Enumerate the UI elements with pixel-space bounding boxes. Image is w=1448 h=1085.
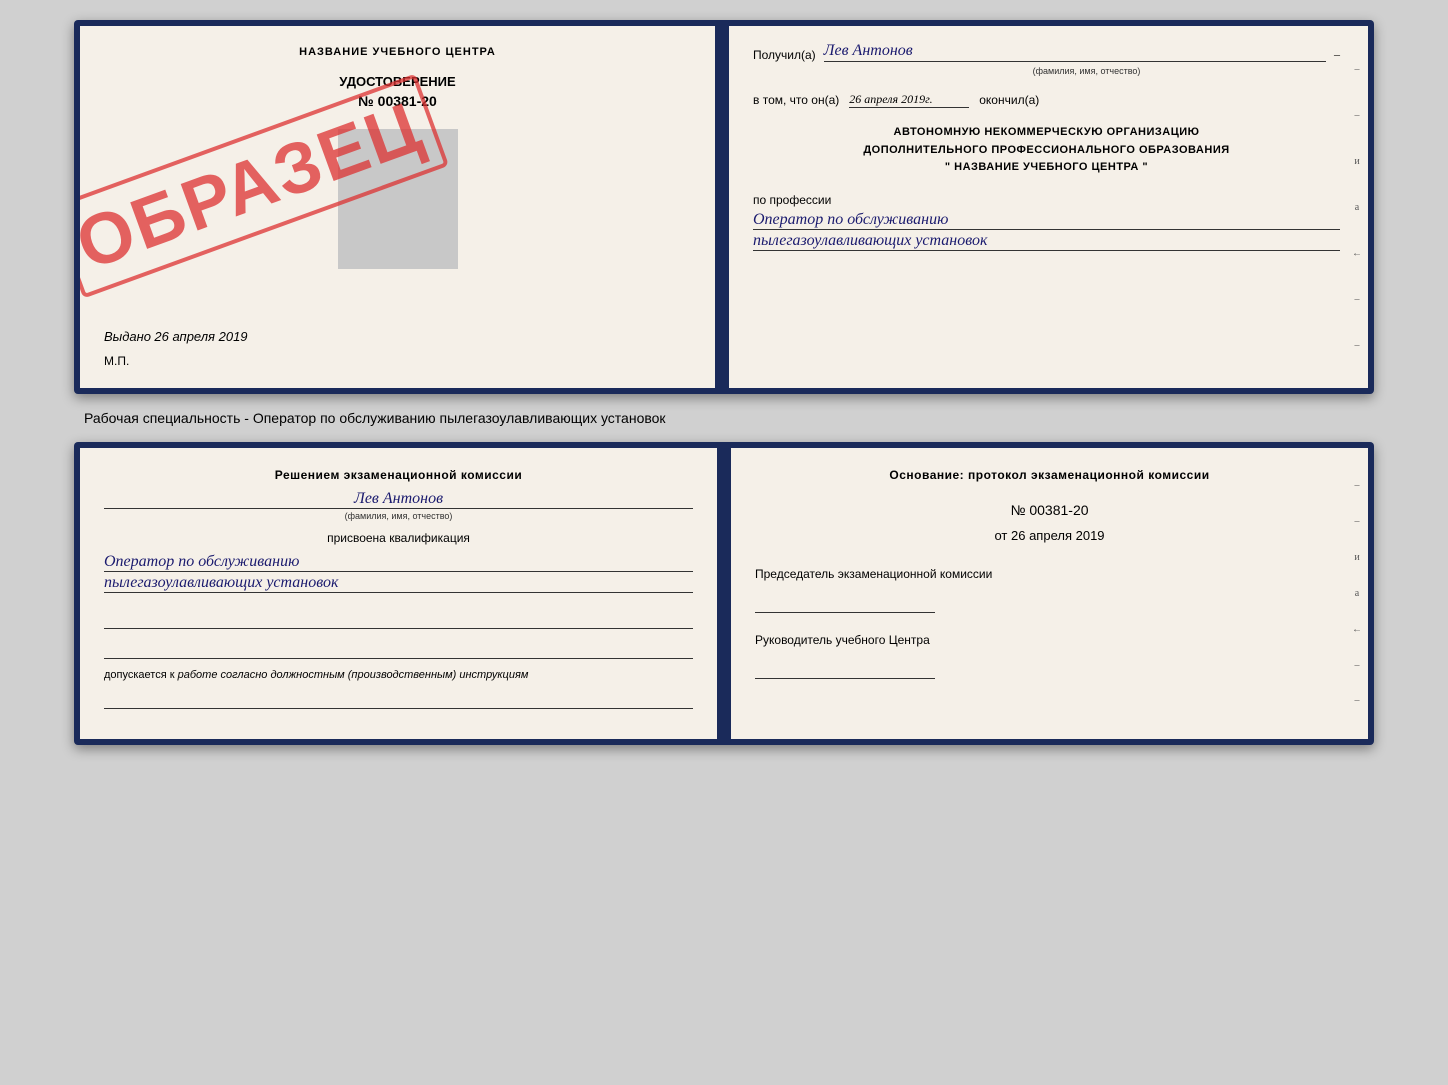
protocol-date-prefix: от — [994, 528, 1007, 543]
bottom-diploma-book: Решением экзаменационной комиссии Лев Ан… — [74, 442, 1374, 745]
recipient-dash: – — [1334, 47, 1340, 62]
photo-placeholder — [338, 129, 458, 269]
org-line3: " НАЗВАНИЕ УЧЕБНОГО ЦЕНТРА " — [753, 159, 1340, 177]
top-left-header: НАЗВАНИЕ УЧЕБНОГО ЦЕНТРА — [104, 46, 691, 58]
recipient-label: Получил(а) — [753, 48, 816, 62]
side-dashes-top: – – и а ← – – — [1352, 26, 1362, 388]
profession-label: по профессии — [753, 193, 1340, 207]
date-value: 26 апреля 2019г. — [849, 92, 969, 108]
top-diploma-book: НАЗВАНИЕ УЧЕБНОГО ЦЕНТРА УДОСТОВЕРЕНИЕ №… — [74, 20, 1374, 394]
director-label: Руководитель учебного Центра — [755, 633, 1344, 647]
qual-value1: Оператор по обслуживанию — [104, 553, 693, 572]
chairman-label: Председатель экзаменационной комиссии — [755, 567, 1344, 581]
blank-line2 — [104, 639, 693, 659]
fio-label-top: (фамилия, имя, отчество) — [833, 66, 1340, 76]
assigned-label: присвоена квалификация — [104, 531, 693, 545]
допуск-value: работе согласно должностным (производств… — [178, 669, 529, 681]
допуск-prefix: допускается к — [104, 669, 175, 681]
profession-value1: Оператор по обслуживанию — [753, 211, 1340, 230]
profession-value2: пылегазоулавливающих установок — [753, 232, 1340, 251]
org-line1: АВТОНОМНУЮ НЕКОММЕРЧЕСКУЮ ОРГАНИЗАЦИЮ — [753, 124, 1340, 142]
protocol-number: № 00381-20 — [755, 502, 1344, 518]
issued-date: 26 апреля 2019 — [154, 329, 247, 344]
top-left-page: НАЗВАНИЕ УЧЕБНОГО ЦЕНТРА УДОСТОВЕРЕНИЕ №… — [80, 26, 718, 388]
bottom-left-page: Решением экзаменационной комиссии Лев Ан… — [80, 448, 720, 739]
chairman-signature-line — [755, 585, 935, 613]
fio-label-bottom: (фамилия, имя, отчество) — [104, 511, 693, 521]
spine — [718, 26, 726, 388]
date-prefix: в том, что он(а) — [753, 93, 839, 107]
caption-text: Рабочая специальность - Оператор по обсл… — [84, 410, 666, 426]
cert-label: УДОСТОВЕРЕНИЕ — [104, 74, 691, 89]
допускается-text: допускается к работе согласно должностны… — [104, 669, 693, 681]
mp-label: М.П. — [104, 354, 691, 368]
issued-prefix: Выдано — [104, 329, 151, 344]
finished-label: окончил(а) — [979, 93, 1039, 107]
top-right-page: Получил(а) Лев Антонов – (фамилия, имя, … — [726, 26, 1368, 388]
protocol-date-value: 26 апреля 2019 — [1011, 528, 1105, 543]
date-line: в том, что он(а) 26 апреля 2019г. окончи… — [753, 92, 1340, 108]
decision-header: Решением экзаменационной комиссии — [104, 468, 693, 482]
director-signature-line — [755, 651, 935, 679]
osnov-header: Основание: протокол экзаменационной коми… — [755, 468, 1344, 482]
protocol-date: от 26 апреля 2019 — [755, 528, 1344, 543]
spine-bottom — [720, 448, 728, 739]
blank-line1 — [104, 609, 693, 629]
bottom-right-page: Основание: протокол экзаменационной коми… — [728, 448, 1368, 739]
org-line2: ДОПОЛНИТЕЛЬНОГО ПРОФЕССИОНАЛЬНОГО ОБРАЗО… — [753, 142, 1340, 160]
recipient-name: Лев Антонов — [824, 42, 1326, 62]
recipient-line: Получил(а) Лев Антонов – — [753, 42, 1340, 62]
blank-line3 — [104, 689, 693, 709]
certificate-container: НАЗВАНИЕ УЧЕБНОГО ЦЕНТРА УДОСТОВЕРЕНИЕ №… — [74, 20, 1374, 745]
qual-value2: пылегазоулавливающих установок — [104, 574, 693, 593]
decision-name: Лев Антонов — [104, 490, 693, 509]
cert-number: № 00381-20 — [104, 93, 691, 109]
side-dashes-bottom: – – и а ← – – — [1352, 448, 1362, 739]
issued-line: Выдано 26 апреля 2019 — [104, 329, 691, 344]
org-block: АВТОНОМНУЮ НЕКОММЕРЧЕСКУЮ ОРГАНИЗАЦИЮ ДО… — [753, 124, 1340, 177]
